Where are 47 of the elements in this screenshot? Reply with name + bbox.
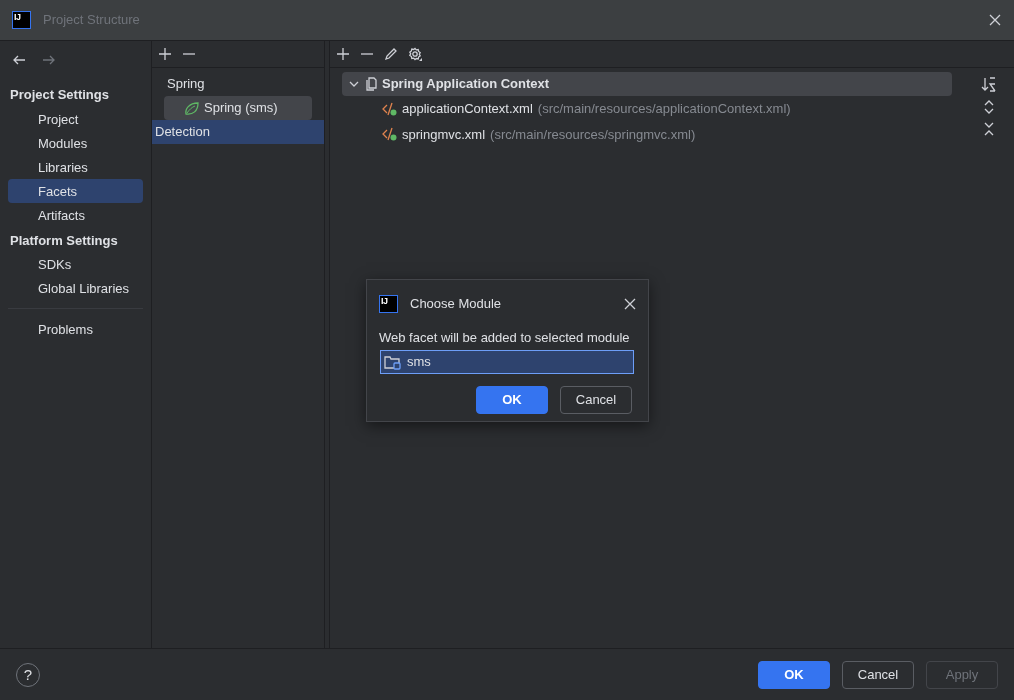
folder-icon xyxy=(384,353,402,370)
window-title: Project Structure xyxy=(43,11,140,30)
section-heading: Project Settings xyxy=(9,86,110,104)
document-stack-icon xyxy=(365,77,377,91)
add-icon[interactable] xyxy=(336,47,350,61)
expand-all-icon[interactable] xyxy=(983,100,995,114)
sidebar-item[interactable]: Artifacts xyxy=(8,202,143,227)
sidebar-item[interactable]: Modules xyxy=(8,130,143,155)
facet-item[interactable]: Spring (sms) xyxy=(164,96,312,120)
sidebar-item[interactable]: Facets xyxy=(8,178,143,203)
context-title: Spring Application Context xyxy=(382,75,550,94)
xml-file-icon xyxy=(382,127,397,142)
sort-icon[interactable] xyxy=(981,76,997,92)
module-option[interactable]: sms xyxy=(380,349,634,374)
section-heading: Platform Settings xyxy=(9,231,119,250)
forward-arrow-icon[interactable] xyxy=(42,53,56,67)
file-name: applicationContext.xml xyxy=(402,100,533,118)
close-icon[interactable] xyxy=(624,298,636,310)
app-logo: IJ xyxy=(12,11,31,29)
close-icon[interactable] xyxy=(988,13,1002,27)
file-path: (src/main/resources/applicationContext.xml) xyxy=(537,100,791,118)
back-arrow-icon[interactable] xyxy=(12,53,26,67)
facet-item[interactable]: Detection xyxy=(152,120,324,144)
sidebar-item[interactable]: Project xyxy=(8,106,143,131)
module-name: sms xyxy=(407,352,431,371)
facet-item[interactable]: Spring xyxy=(164,72,324,96)
ok-button[interactable]: OK xyxy=(758,660,830,689)
file-path: (src/main/resources/springmvc.xml) xyxy=(490,125,696,144)
action-button[interactable]: Cancel xyxy=(560,385,632,414)
sidebar-item[interactable]: Libraries xyxy=(8,154,143,179)
ok-button[interactable]: OK xyxy=(476,385,548,414)
file-name: springmvc.xml xyxy=(402,125,486,144)
sidebar-item[interactable]: Global Libraries xyxy=(8,276,143,300)
xml-file-icon xyxy=(382,101,397,116)
sidebar-item[interactable]: Problems xyxy=(8,317,143,341)
dialog-message: Web facet will be added to selected module xyxy=(378,329,631,347)
add-icon[interactable] xyxy=(158,47,172,61)
leaf-icon xyxy=(184,100,200,116)
collapse-all-icon[interactable] xyxy=(983,122,995,136)
context-header[interactable]: Spring Application Context xyxy=(342,72,952,96)
settings-icon[interactable] xyxy=(408,47,422,61)
pencil-icon[interactable] xyxy=(384,47,398,61)
sidebar-item[interactable]: SDKs xyxy=(8,252,143,276)
dialog-title: Choose Module xyxy=(410,295,502,314)
app-logo: IJ xyxy=(379,295,398,313)
facet-label: Spring (sms) xyxy=(204,99,278,118)
action-button[interactable]: Cancel xyxy=(842,660,914,689)
